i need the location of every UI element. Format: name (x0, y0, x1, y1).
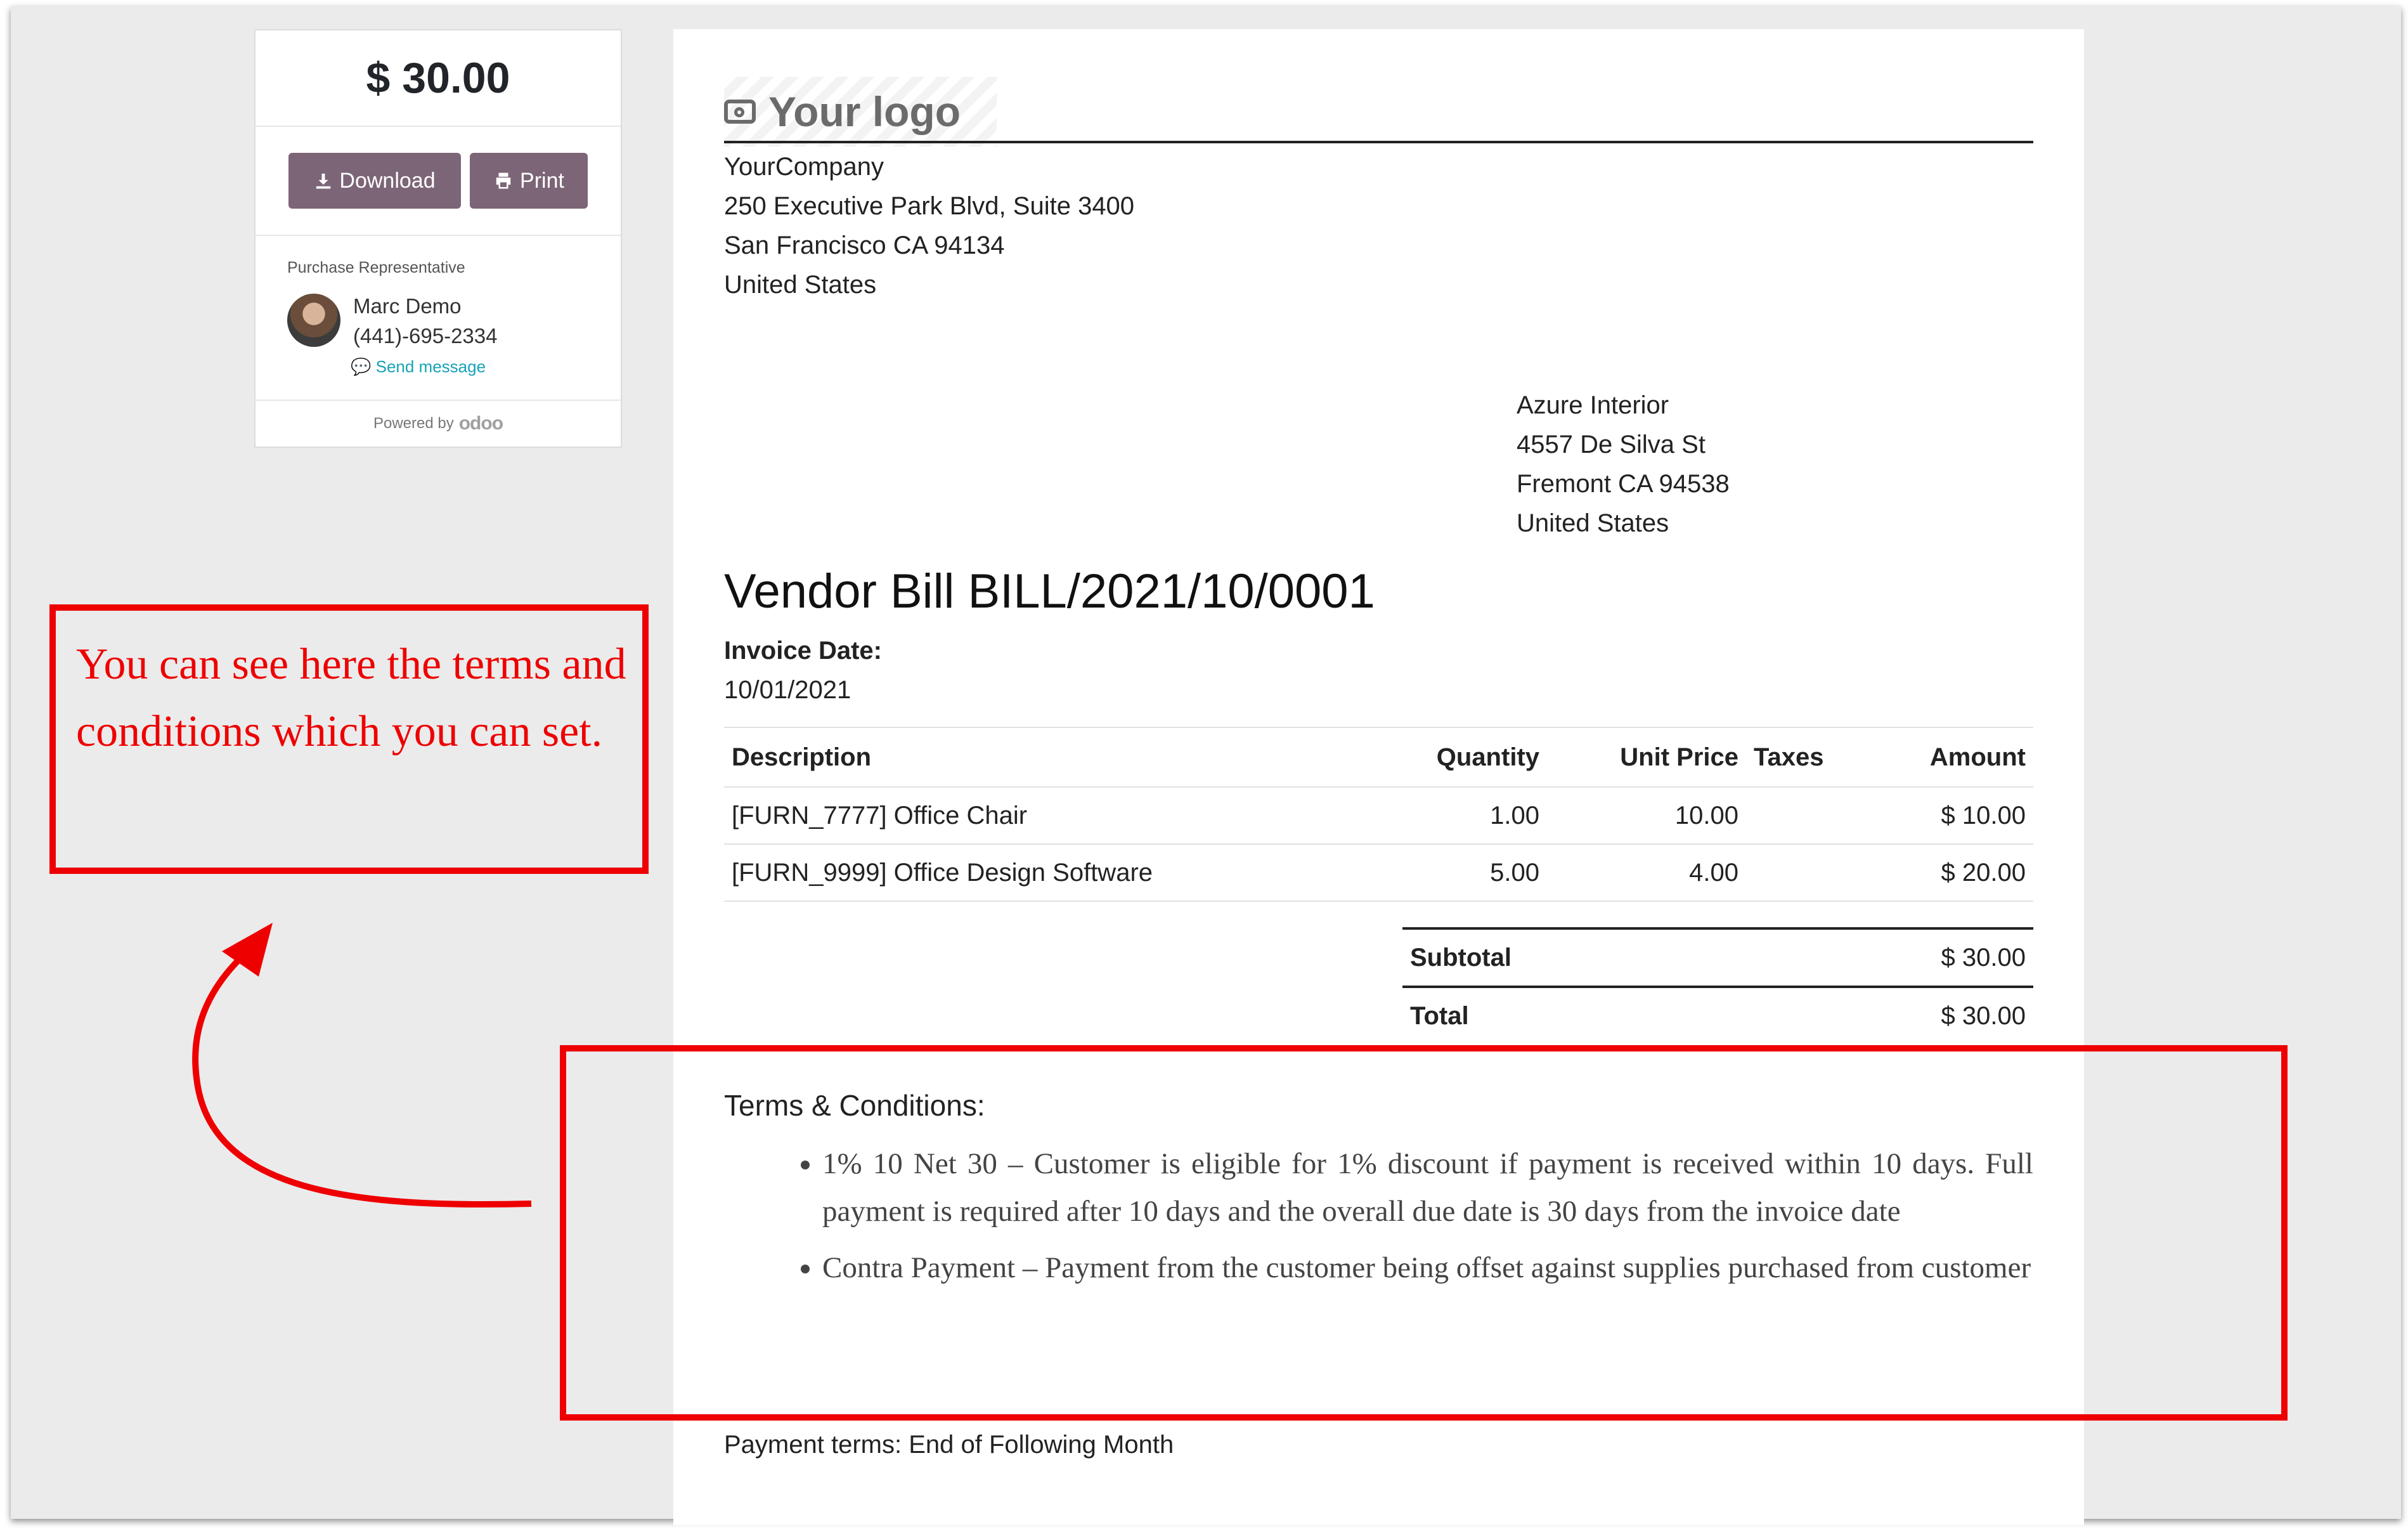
column-header: Amount (1869, 727, 2033, 788)
line-unit-price: 10.00 (1547, 787, 1746, 845)
column-header: Unit Price (1547, 727, 1746, 788)
download-label: Download (339, 168, 436, 193)
line-taxes (1746, 844, 1869, 902)
partner-name: Azure Interior (1517, 391, 1669, 419)
download-icon (316, 173, 331, 189)
powered-by: Powered by odoo (256, 401, 621, 446)
page-title: Vendor Bill BILL/2021/10/0001 (724, 564, 1375, 618)
company-logo: Your logo (724, 77, 997, 146)
total-row: Total $ 30.00 (1402, 986, 2033, 1044)
column-header: Taxes (1746, 727, 1869, 788)
camera-icon (724, 100, 756, 124)
table-row: [FURN_7777] Office Chair 1.00 10.00 $ 10… (724, 787, 2033, 845)
subtotal-value: $ 30.00 (1742, 927, 2033, 987)
partner-country: United States (1517, 509, 1669, 537)
chat-icon: 💬 (351, 357, 372, 376)
table-row: [FURN_9999] Office Design Software 5.00 … (724, 844, 2033, 902)
invoice-date-label: Invoice Date: (724, 637, 882, 665)
line-description: [FURN_9999] Office Design Software (724, 844, 1386, 902)
download-button[interactable]: Download (288, 153, 461, 209)
line-description: [FURN_7777] Office Chair (724, 787, 1386, 845)
print-label: Print (520, 168, 564, 193)
company-street: 250 Executive Park Blvd, Suite 3400 (724, 192, 1135, 220)
payment-terms: Payment terms: End of Following Month (724, 1431, 1174, 1459)
print-button[interactable]: Print (470, 153, 588, 209)
totals-table: Subtotal $ 30.00 Total $ 30.00 (1402, 927, 2033, 1044)
avatar (287, 294, 340, 347)
rep-name: Marc Demo (353, 294, 462, 318)
subtotal-label: Subtotal (1402, 927, 1743, 987)
company-name: YourCompany (724, 153, 884, 181)
header-divider (724, 141, 2033, 143)
line-taxes (1746, 787, 1869, 845)
odoo-logo[interactable]: odoo (459, 413, 503, 434)
table-header: Description Quantity Unit Price Taxes Am… (724, 727, 2033, 788)
column-header: Description (724, 727, 1386, 788)
company-address: YourCompany 250 Executive Park Blvd, Sui… (724, 147, 1134, 304)
total-label: Total (1402, 986, 1743, 1044)
line-amount: $ 10.00 (1869, 787, 2033, 845)
company-city: San Francisco CA 94134 (724, 231, 1005, 259)
column-header: Quantity (1386, 727, 1547, 788)
send-message-link[interactable]: 💬 Send message (351, 357, 498, 377)
invoice-lines-table: Description Quantity Unit Price Taxes Am… (724, 727, 2033, 902)
terms-highlight-box (560, 1045, 2288, 1421)
partner-street: 4557 De Silva St (1517, 431, 1706, 459)
portal-sidebar-card: $ 30.00 Download Print Purchase Represen… (254, 29, 622, 448)
amount-total: $ 30.00 (256, 30, 621, 127)
logo-text: Your logo (768, 88, 961, 135)
powered-by-label: Powered by (373, 415, 454, 432)
line-unit-price: 4.00 (1547, 844, 1746, 902)
line-quantity: 1.00 (1386, 787, 1547, 845)
total-value: $ 30.00 (1742, 986, 2033, 1044)
company-country: United States (724, 271, 877, 299)
action-buttons: Download Print (256, 127, 621, 236)
printer-icon (496, 172, 511, 189)
send-message-label: Send message (375, 357, 486, 376)
partner-city: Fremont CA 94538 (1517, 470, 1730, 498)
purchase-representative: Purchase Representative Marc Demo (441)-… (256, 236, 621, 401)
rep-phone: (441)-695-2334 (353, 324, 498, 348)
annotation-note-text: You can see here the terms and condition… (76, 640, 626, 756)
partner-address: Azure Interior 4557 De Silva St Fremont … (1517, 386, 1730, 543)
rep-label: Purchase Representative (287, 259, 465, 277)
line-quantity: 5.00 (1386, 844, 1547, 902)
line-amount: $ 20.00 (1869, 844, 2033, 902)
invoice-date: 10/01/2021 (724, 676, 851, 704)
subtotal-row: Subtotal $ 30.00 (1402, 927, 2033, 987)
